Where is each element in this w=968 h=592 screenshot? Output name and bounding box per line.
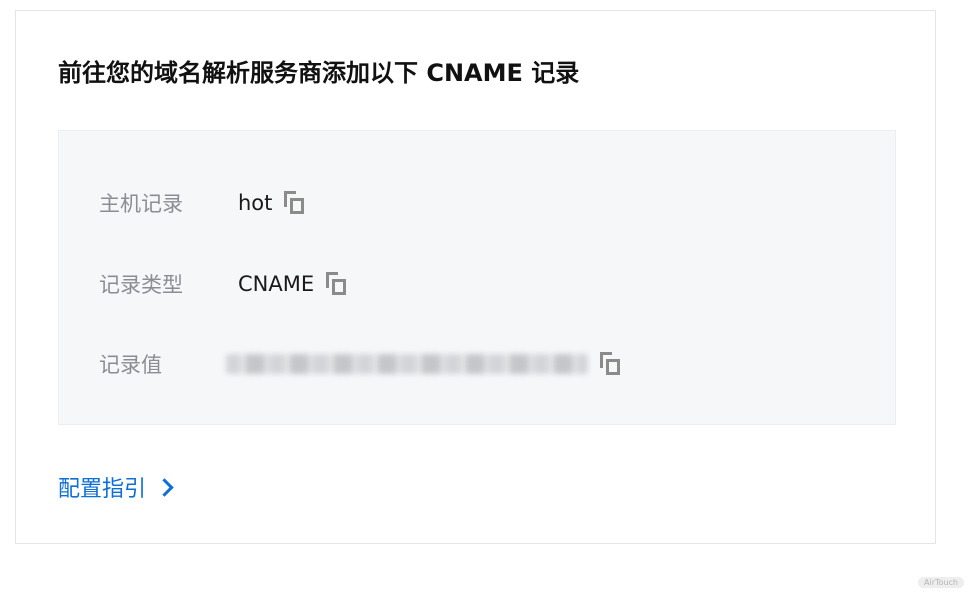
dns-config-card: 前往您的域名解析服务商添加以下 CNAME 记录 主机记录 hot 记录类型 C…: [15, 10, 936, 544]
config-guide-link[interactable]: 配置指引: [58, 471, 174, 503]
copy-icon[interactable]: [600, 352, 622, 376]
record-value-label: 记录值: [99, 353, 162, 377]
copy-icon[interactable]: [326, 272, 348, 296]
cname-record-panel: 主机记录 hot 记录类型 CNAME 记录值: [58, 130, 896, 425]
card-title: 前往您的域名解析服务商添加以下 CNAME 记录: [58, 59, 580, 87]
record-row-host: 主机记录 hot: [99, 185, 306, 221]
record-row-type: 记录类型 CNAME: [99, 266, 348, 302]
record-value-redacted: [226, 354, 588, 374]
config-guide-label: 配置指引: [58, 477, 147, 502]
host-record-value: hot: [238, 191, 273, 215]
watermark: AirTouch: [918, 577, 964, 588]
chevron-right-icon: [155, 477, 174, 497]
record-type-label: 记录类型: [99, 273, 183, 297]
host-record-label: 主机记录: [99, 192, 183, 216]
record-row-value: 记录值: [99, 346, 622, 382]
copy-icon[interactable]: [284, 191, 306, 215]
record-type-value: CNAME: [238, 272, 315, 296]
